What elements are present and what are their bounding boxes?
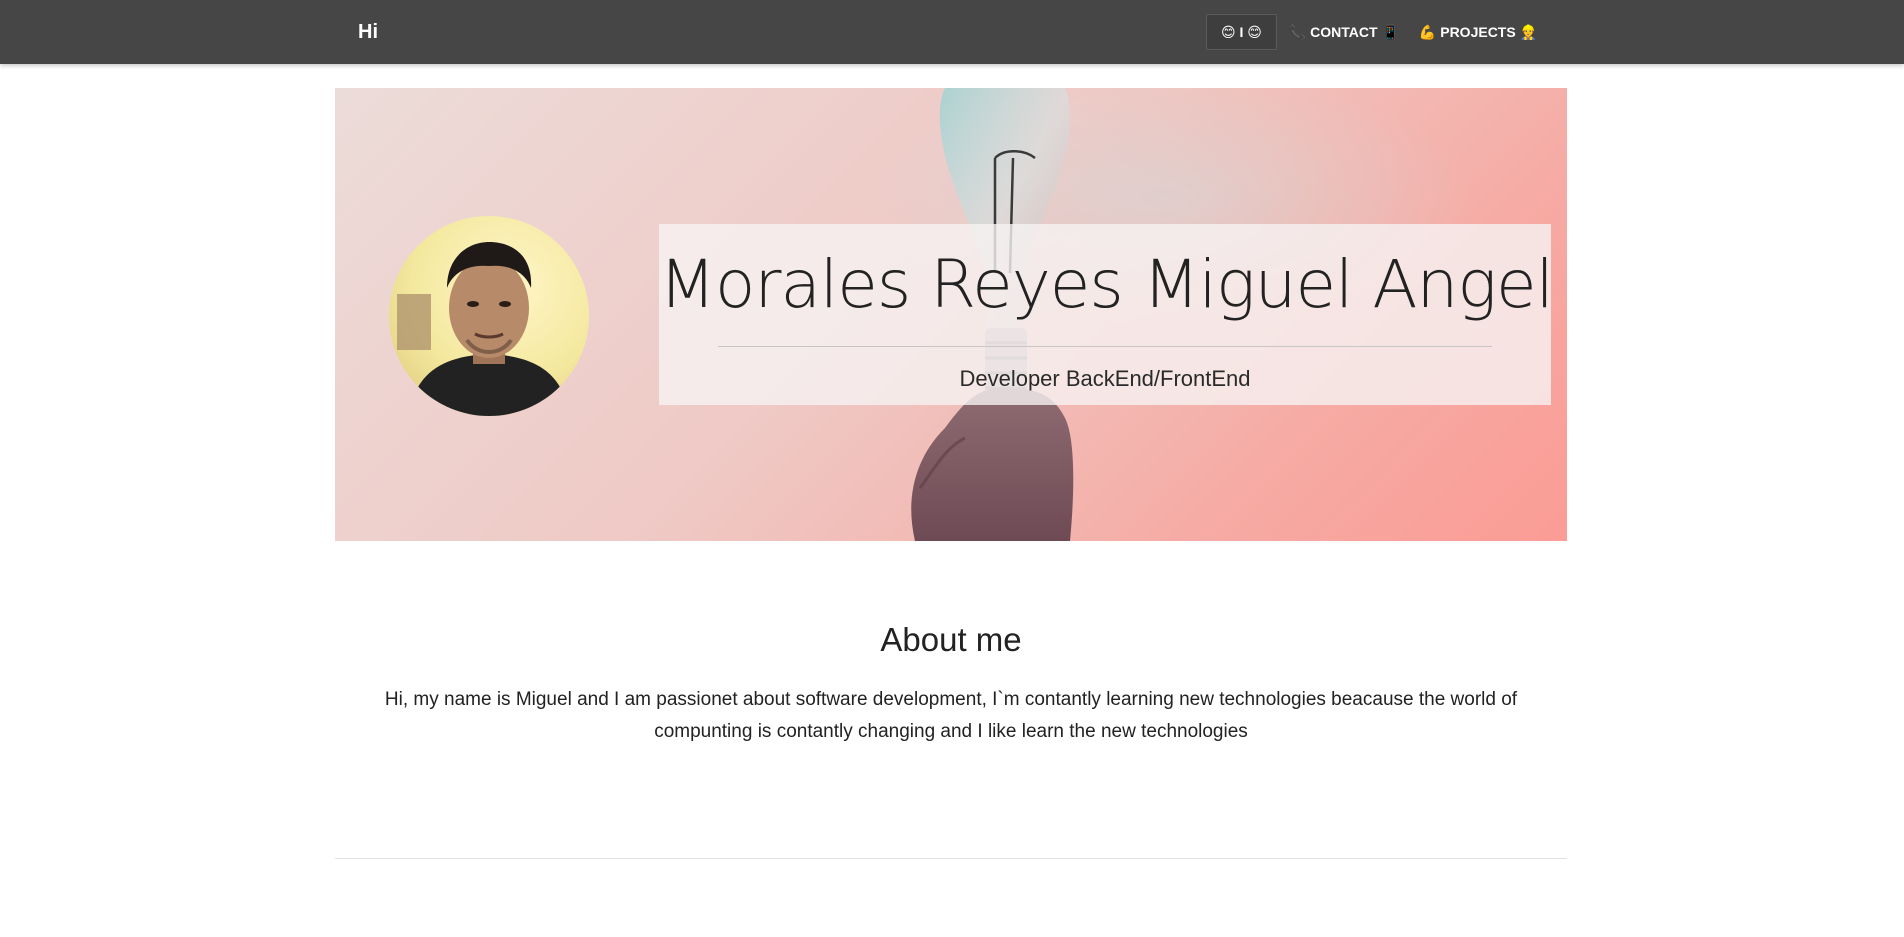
person-portrait-icon <box>397 242 569 416</box>
nav-links: 😊 I 😊 📞 CONTACT 📱 💪 PROJECTS 👷 <box>1206 14 1547 50</box>
hero-banner: Morales Reyes Miguel Angel Developer Bac… <box>335 88 1567 541</box>
title-divider <box>718 346 1492 347</box>
page-title: Morales Reyes Miguel Angel <box>659 246 1554 323</box>
role-subtitle: Developer BackEnd/FrontEnd <box>959 366 1251 391</box>
profile-avatar <box>389 216 589 416</box>
nav-link-about[interactable]: 😊 I 😊 <box>1206 14 1277 50</box>
top-navbar: Hi 😊 I 😊 📞 CONTACT 📱 💪 PROJECTS 👷 <box>0 0 1904 64</box>
section-divider <box>335 858 1567 859</box>
nav-link-projects[interactable]: 💪 PROJECTS 👷 <box>1409 14 1547 50</box>
name-card: Morales Reyes Miguel Angel Developer Bac… <box>659 224 1554 405</box>
nav-link-contact[interactable]: 📞 CONTACT 📱 <box>1279 14 1409 50</box>
about-heading: About me <box>880 621 1022 658</box>
navbar-brand[interactable]: Hi <box>358 19 378 45</box>
about-paragraph: Hi, my name is Miguel and I am passionet… <box>384 689 1518 742</box>
